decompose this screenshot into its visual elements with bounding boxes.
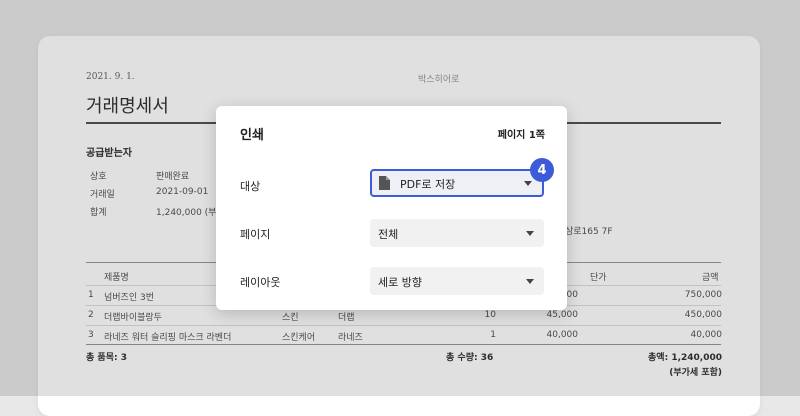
layout-label: 레이아웃: [240, 276, 281, 289]
destination-value: PDF로 저장: [400, 178, 456, 191]
page-count: 페이지 1쪽: [497, 130, 545, 141]
pages-label: 페이지: [240, 228, 271, 241]
print-dialog: 인쇄 페이지 1쪽 대상 PDF로 저장 페이지 전체 레이아웃 세로 방향: [216, 106, 567, 310]
document-icon: [379, 176, 390, 190]
destination-select[interactable]: PDF로 저장: [370, 169, 544, 197]
step-badge: 4: [530, 158, 554, 182]
destination-label: 대상: [240, 180, 261, 193]
chevron-down-icon: [526, 231, 534, 236]
pages-value: 전체: [378, 228, 399, 241]
chevron-down-icon: [524, 181, 532, 186]
layout-select[interactable]: 세로 방향: [370, 267, 544, 295]
chevron-down-icon: [526, 279, 534, 284]
pages-select[interactable]: 전체: [370, 219, 544, 247]
layout-value: 세로 방향: [378, 276, 422, 289]
print-dialog-title: 인쇄: [240, 128, 264, 143]
